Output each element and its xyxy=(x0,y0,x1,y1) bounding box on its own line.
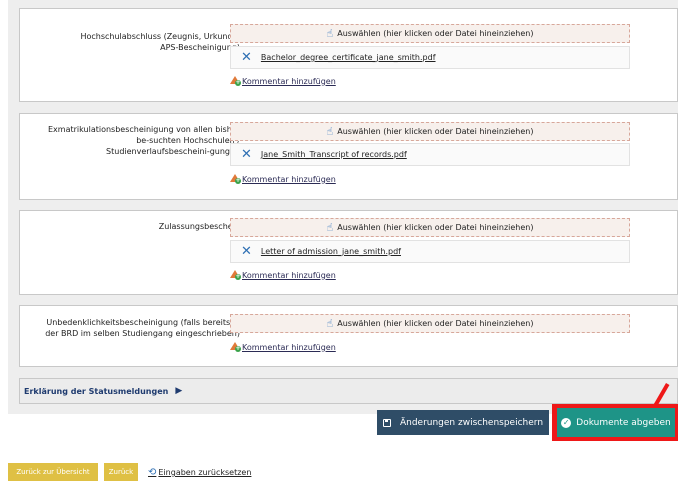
uploaded-file-row: ✕ Jane_Smith_Transcript of records.pdf xyxy=(230,143,630,166)
uploaded-file-row: ✕ Letter of admission_jane_smith.pdf xyxy=(230,240,630,263)
remove-file-icon[interactable]: ✕ xyxy=(241,50,252,65)
save-changes-button[interactable]: Änderungen zwischenspeichern xyxy=(377,410,549,435)
upload-dropzone[interactable]: ☝ Auswählen (hier klicken oder Datei hin… xyxy=(230,314,630,333)
submit-documents-label: Dokumente abgeben xyxy=(576,417,671,428)
add-comment-link[interactable]: + Kommentar hinzufügen xyxy=(230,342,336,352)
document-panel-degree: Hochschulabschluss (Zeugnis, Urkunde, AP… xyxy=(19,8,678,102)
hand-pointer-icon: ☝ xyxy=(326,27,334,40)
dropzone-label: Auswählen (hier klicken oder Datei hinei… xyxy=(337,29,534,38)
reset-inputs-link[interactable]: ⟲ Eingaben zurücksetzen xyxy=(148,467,251,478)
remove-file-icon[interactable]: ✕ xyxy=(241,147,252,162)
upload-dropzone[interactable]: ☝ Auswählen (hier klicken oder Datei hin… xyxy=(230,122,630,141)
document-label: Unbedenklichkeitsbescheinigung (falls be… xyxy=(45,318,240,338)
dropzone-label: Auswählen (hier klicken oder Datei hinei… xyxy=(337,127,534,136)
submit-documents-button[interactable]: ✓ Dokumente abgeben xyxy=(557,408,675,437)
save-icon xyxy=(382,418,391,427)
check-circle-icon: ✓ xyxy=(561,417,572,428)
remove-file-icon[interactable]: ✕ xyxy=(241,244,252,259)
uploaded-file-link[interactable]: Letter of admission_jane_smith.pdf xyxy=(261,247,401,256)
upload-dropzone[interactable]: ☝ Auswählen (hier klicken oder Datei hin… xyxy=(230,218,630,237)
add-comment-link[interactable]: + Kommentar hinzufügen xyxy=(230,270,336,280)
status-explanation-label: Erklärung der Statusmeldungen xyxy=(24,386,169,396)
save-changes-label: Änderungen zwischenspeichern xyxy=(399,417,544,428)
document-panel-admission: Zulassungsbescheid ☝ Auswählen (hier kli… xyxy=(19,210,678,295)
add-comment-link[interactable]: + Kommentar hinzufügen xyxy=(230,76,336,86)
chevron-right-icon: ▶ xyxy=(175,386,183,396)
back-to-overview-button[interactable]: Zurück zur Übersicht xyxy=(8,463,98,481)
add-comment-label: Kommentar hinzufügen xyxy=(242,270,336,280)
add-comment-label: Kommentar hinzufügen xyxy=(242,174,336,184)
add-comment-icon: + xyxy=(230,174,241,184)
add-comment-label: Kommentar hinzufügen xyxy=(242,76,336,86)
uploaded-file-link[interactable]: Jane_Smith_Transcript of records.pdf xyxy=(261,150,407,159)
document-label: Exmatrikulationsbescheinigung von allen … xyxy=(48,125,240,156)
document-label: Zulassungsbescheid xyxy=(158,222,240,231)
upload-dropzone[interactable]: ☝ Auswählen (hier klicken oder Datei hin… xyxy=(230,24,630,43)
uploaded-file-row: ✕ Bachelor_degree_certificate_jane_smith… xyxy=(230,46,630,69)
hand-pointer-icon: ☝ xyxy=(326,317,334,330)
document-panel-transcript: Exmatrikulationsbescheinigung von allen … xyxy=(19,113,678,200)
add-comment-icon: + xyxy=(230,76,241,86)
uploaded-file-link[interactable]: Bachelor_degree_certificate_jane_smith.p… xyxy=(261,53,436,62)
hand-pointer-icon: ☝ xyxy=(326,125,334,138)
add-comment-icon: + xyxy=(230,270,241,280)
undo-icon: ⟲ xyxy=(148,467,157,478)
back-to-overview-label: Zurück zur Übersicht xyxy=(16,468,90,476)
status-explanation-toggle[interactable]: Erklärung der Statusmeldungen ▶ xyxy=(19,378,678,404)
add-comment-link[interactable]: + Kommentar hinzufügen xyxy=(230,174,336,184)
document-panel-clearance: Unbedenklichkeitsbescheinigung (falls be… xyxy=(19,305,678,367)
back-button[interactable]: Zurück xyxy=(104,463,138,481)
add-comment-icon: + xyxy=(230,342,241,352)
add-comment-label: Kommentar hinzufügen xyxy=(242,342,336,352)
hand-pointer-icon: ☝ xyxy=(326,221,334,234)
back-label: Zurück xyxy=(108,468,134,476)
dropzone-label: Auswählen (hier klicken oder Datei hinei… xyxy=(337,223,534,232)
reset-inputs-label: Eingaben zurücksetzen xyxy=(158,468,252,477)
dropzone-label: Auswählen (hier klicken oder Datei hinei… xyxy=(337,319,534,328)
document-label: Hochschulabschluss (Zeugnis, Urkunde, AP… xyxy=(80,32,240,52)
